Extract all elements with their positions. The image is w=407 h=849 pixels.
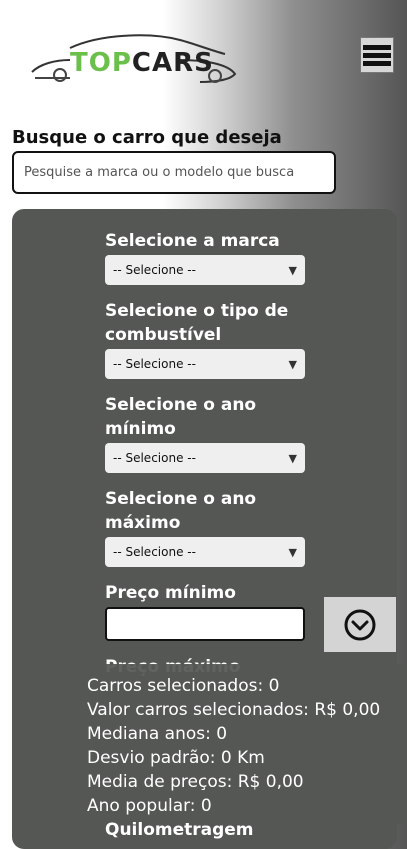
selected-cars-value: Valor carros selecionados: R$ 0,00 xyxy=(87,700,381,720)
hamburger-icon-bar xyxy=(363,52,391,58)
fuel-select[interactable]: -- Selecione -- ▼ xyxy=(105,349,305,379)
min-price-input[interactable] xyxy=(105,607,305,641)
min-year-select[interactable]: -- Selecione -- ▼ xyxy=(105,443,305,473)
min-year-label: Selecione o ano mínimo xyxy=(105,395,257,439)
max-year-select[interactable]: -- Selecione -- ▼ xyxy=(105,537,305,567)
menu-button[interactable] xyxy=(360,37,394,73)
search-input[interactable] xyxy=(12,151,336,194)
average-price: Media de preços: R$ 0,00 xyxy=(87,772,304,792)
popular-year: Ano popular: 0 xyxy=(87,796,212,816)
brand-select-value: -- Selecione -- xyxy=(113,263,196,277)
brand-filter: Selecione a marca -- Selecione -- ▼ xyxy=(105,229,305,285)
brand-filter-label: Selecione a marca xyxy=(105,231,280,251)
std-deviation: Desvio padrão: 0 Km xyxy=(87,748,265,768)
min-price-filter: Preço mínimo xyxy=(105,581,305,641)
max-year-filter: Selecione o ano máximo -- Selecione -- ▼ xyxy=(105,487,305,567)
summary-toggle-button[interactable] xyxy=(324,597,396,652)
min-year-filter: Selecione o ano mínimo -- Selecione -- ▼ xyxy=(105,393,305,473)
fuel-filter-label: Selecione o tipo de combustível xyxy=(105,301,289,345)
chevron-down-icon: ▼ xyxy=(288,263,297,277)
summary-panel: Carros selecionados: 0 Valor carros sele… xyxy=(77,664,407,824)
hamburger-icon-bar xyxy=(363,60,391,66)
min-year-select-value: -- Selecione -- xyxy=(113,451,196,465)
selected-cars-count: Carros selecionados: 0 xyxy=(87,676,280,696)
fuel-filter: Selecione o tipo de combustível -- Selec… xyxy=(105,299,305,379)
brand-logo[interactable]: TOPCARS xyxy=(30,30,240,90)
chevron-down-icon: ▼ xyxy=(288,451,297,465)
min-price-label: Preço mínimo xyxy=(105,583,236,603)
hamburger-icon xyxy=(363,44,391,50)
chevron-down-circle-icon xyxy=(344,609,376,640)
median-years: Mediana anos: 0 xyxy=(87,724,228,744)
search-label: Busque o carro que deseja xyxy=(12,127,282,148)
brand-name: TOPCARS xyxy=(70,48,214,78)
brand-cars: CARS xyxy=(131,48,214,78)
chevron-down-icon: ▼ xyxy=(288,545,297,559)
mileage-label: Quilometragem xyxy=(105,820,254,840)
max-year-label: Selecione o ano máximo xyxy=(105,489,257,533)
fuel-select-value: -- Selecione -- xyxy=(113,357,196,371)
brand-select[interactable]: -- Selecione -- ▼ xyxy=(105,255,305,285)
max-year-select-value: -- Selecione -- xyxy=(113,545,196,559)
chevron-down-icon: ▼ xyxy=(288,357,297,371)
brand-top: TOP xyxy=(70,48,132,78)
